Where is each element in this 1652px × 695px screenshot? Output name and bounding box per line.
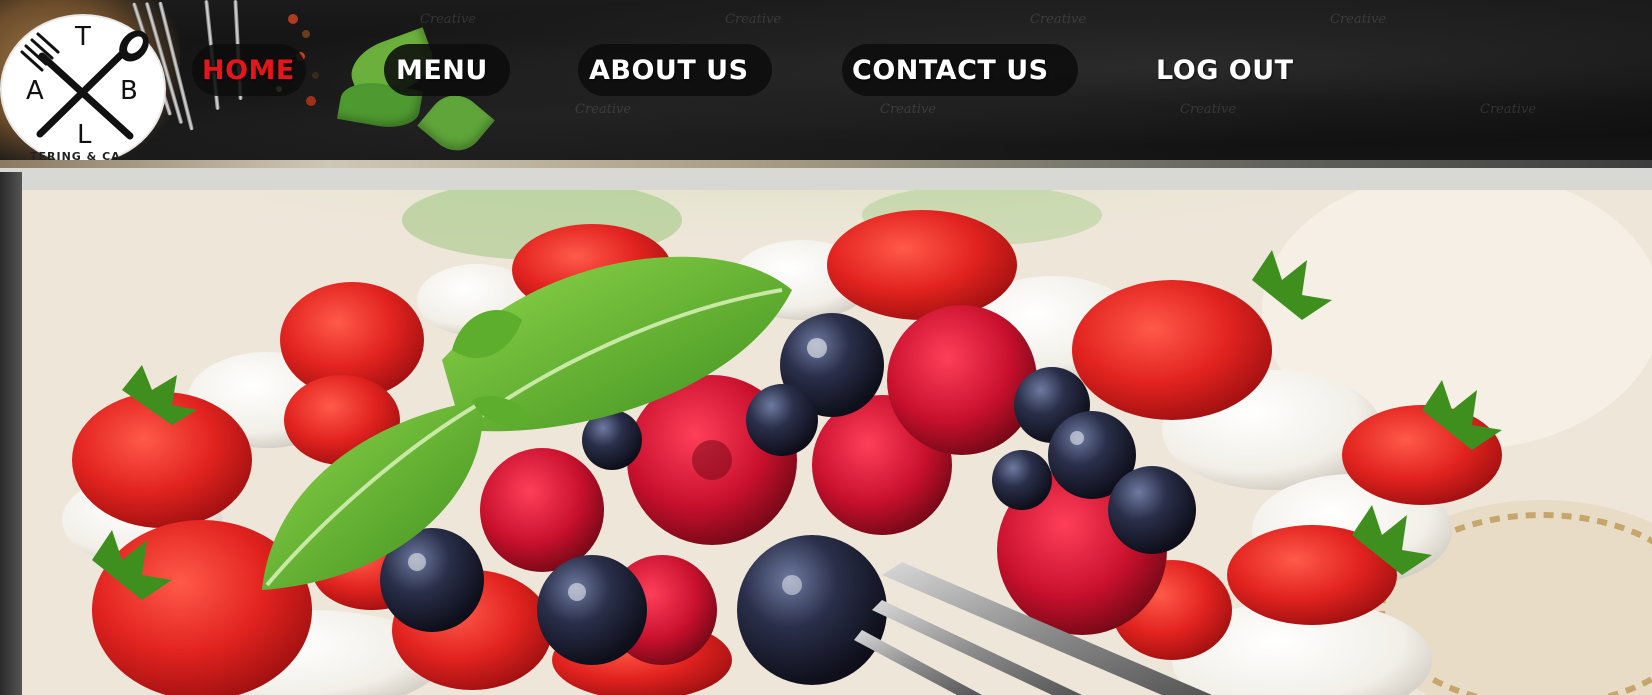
watermark-text: Creative xyxy=(575,102,632,117)
spice-decoration xyxy=(288,14,298,24)
watermark-text: Creative xyxy=(1330,12,1387,27)
logo-letter-a: A xyxy=(26,76,44,106)
watermark-text: Creative xyxy=(880,102,937,117)
site-header: Creative Creative Creative Creative Crea… xyxy=(0,0,1652,168)
berry-dessert-illustration xyxy=(22,190,1652,695)
nav-link-home[interactable]: HOME xyxy=(202,51,295,91)
logo-letter-b: B xyxy=(120,76,138,106)
page: Creative Creative Creative Creative Crea… xyxy=(0,0,1652,695)
spice-decoration xyxy=(312,72,319,79)
site-logo[interactable]: T A B L TERING & CA xyxy=(0,14,166,164)
watermark-text: Creative xyxy=(1480,102,1537,117)
watermark-text: Creative xyxy=(420,12,477,27)
nav-link-contact-us[interactable]: CONTACT US xyxy=(852,51,1049,91)
watermark-text: Creative xyxy=(1030,12,1087,27)
nav-link-log-out[interactable]: LOG OUT xyxy=(1156,51,1294,91)
spice-decoration xyxy=(306,96,316,106)
nav-link-about-us[interactable]: ABOUT US xyxy=(589,51,749,91)
spice-decoration xyxy=(302,30,310,38)
nav-link-menu[interactable]: MENU xyxy=(396,51,488,91)
watermark-text: Creative xyxy=(1180,102,1237,117)
logo-letter-l: L xyxy=(77,120,92,150)
hero-image-berry-dessert xyxy=(22,190,1652,695)
logo-letter-t: T xyxy=(75,22,91,52)
hero-frame-edge xyxy=(0,172,22,695)
watermark-text: Creative xyxy=(725,12,782,27)
